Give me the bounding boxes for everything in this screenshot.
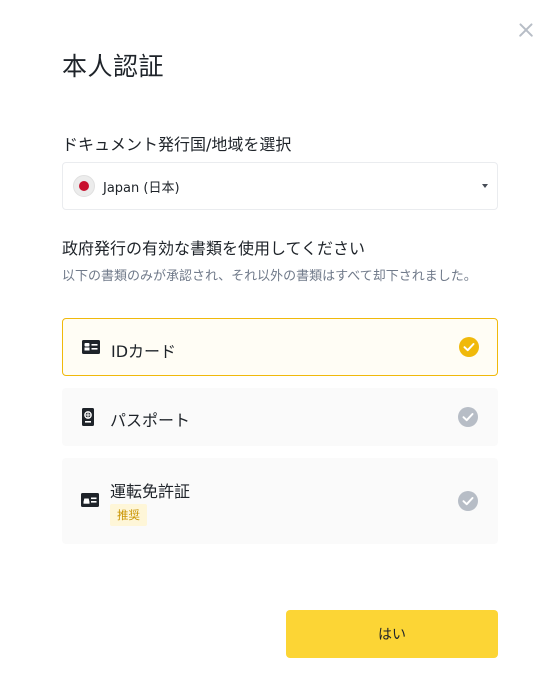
check-circle-icon xyxy=(458,407,478,427)
identity-verification-dialog: 本人認証 ドキュメント発行国/地域を選択 Japan (日本) 政府発行の有効な… xyxy=(0,0,560,676)
caret-down-icon xyxy=(482,184,488,188)
driver-license-icon xyxy=(81,492,99,511)
japan-flag-icon xyxy=(73,175,95,197)
document-option-id-card[interactable]: IDカード xyxy=(62,318,498,376)
document-option-label: パスポート xyxy=(110,411,191,430)
country-selected-value: Japan (日本) xyxy=(103,181,180,196)
confirm-button[interactable]: はい xyxy=(286,610,498,658)
dialog-title: 本人認証 xyxy=(62,52,165,81)
country-select-label: ドキュメント発行国/地域を選択 xyxy=(62,135,292,154)
check-circle-icon xyxy=(458,491,478,511)
document-option-label: 運転免許証 xyxy=(110,482,191,501)
check-circle-icon xyxy=(459,337,479,357)
passport-icon xyxy=(81,408,95,430)
documents-note: 以下の書類のみが承認され、それ以外の書類はすべて却下されました。 xyxy=(62,269,477,284)
recommended-badge: 推奨 xyxy=(110,504,147,526)
country-select[interactable]: Japan (日本) xyxy=(62,162,498,210)
document-option-driver-license[interactable]: 運転免許証 推奨 xyxy=(62,458,498,544)
document-option-passport[interactable]: パスポート xyxy=(62,388,498,446)
id-card-icon xyxy=(82,339,100,358)
close-icon[interactable] xyxy=(515,19,537,41)
document-option-label: IDカード xyxy=(111,342,177,361)
documents-heading: 政府発行の有効な書類を使用してください xyxy=(62,239,366,258)
